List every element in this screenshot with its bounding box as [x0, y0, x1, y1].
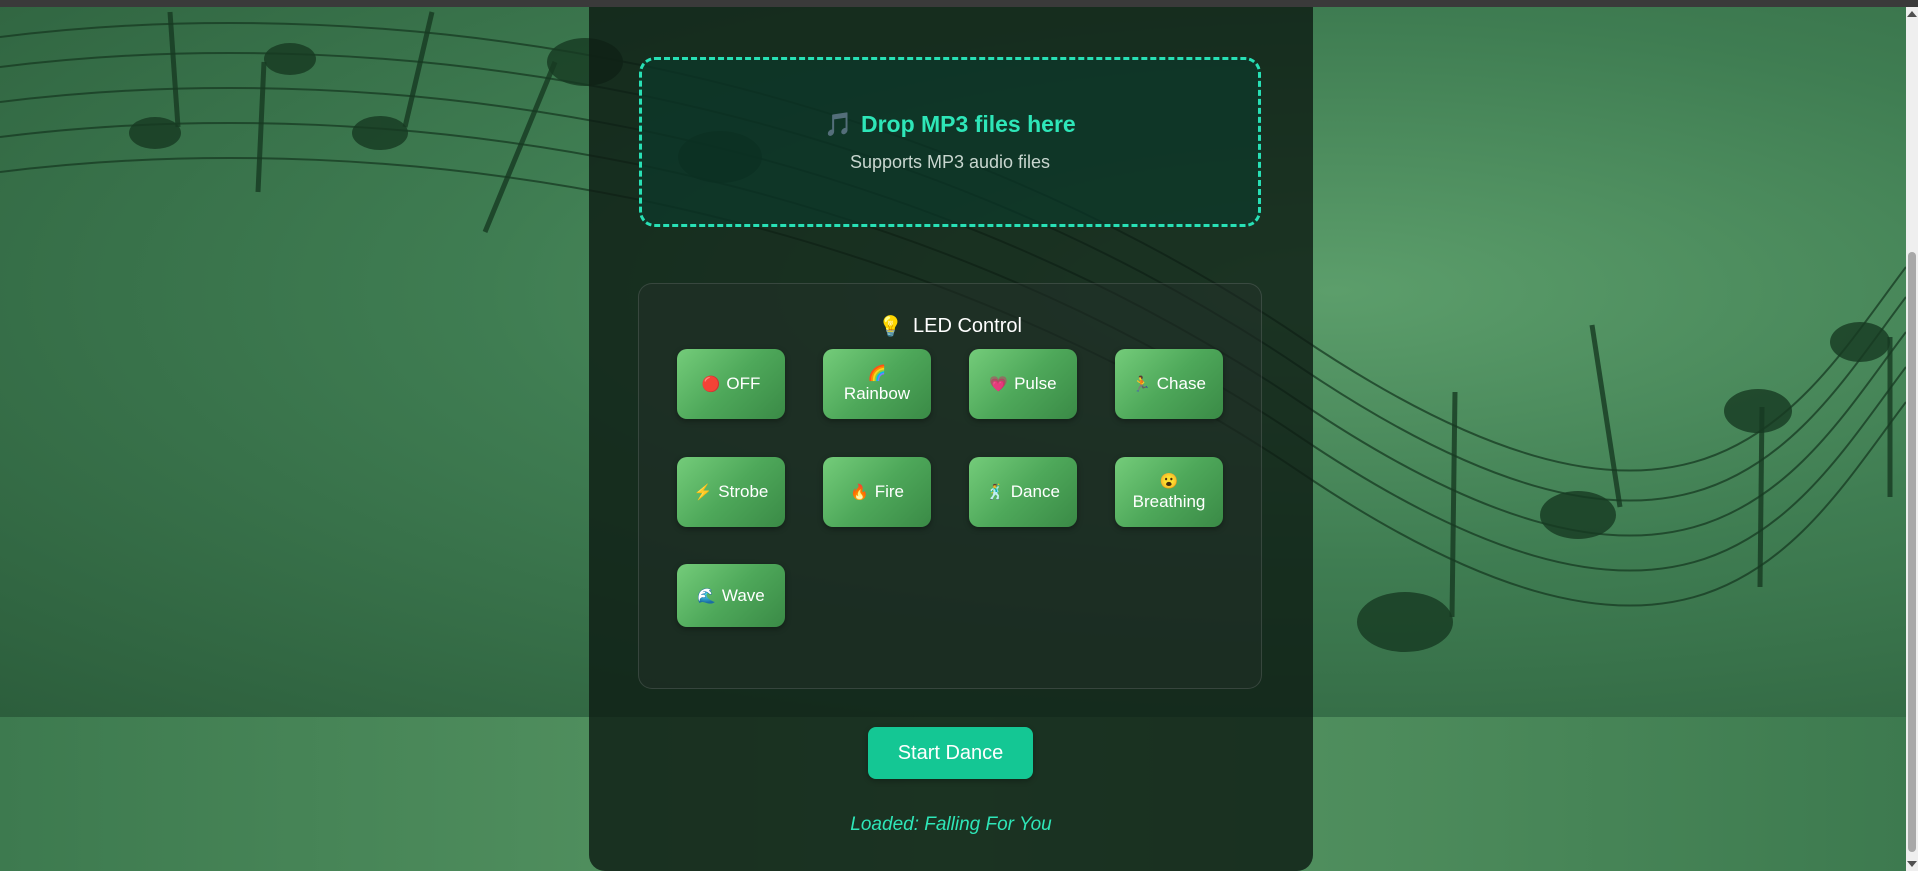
- led-control-title: LED Control: [912, 315, 1022, 337]
- dropzone-subtitle: Supports MP3 audio files: [849, 152, 1051, 172]
- heart-icon: 💗: [989, 376, 1009, 393]
- scroll-down-arrow-icon[interactable]: [1906, 859, 1918, 869]
- led-button-label: Rainbow: [843, 384, 911, 403]
- wave-icon: 🌊: [697, 587, 716, 605]
- start-dance-button[interactable]: Start Dance: [868, 727, 1033, 779]
- led-button-label: Wave: [721, 585, 765, 605]
- led-control-heading: 💡 LED Control: [639, 314, 1261, 339]
- led-button-label: Pulse: [1014, 374, 1057, 393]
- led-button-label: OFF: [726, 374, 761, 393]
- led-button-label: Fire: [874, 482, 904, 501]
- led-button-fire[interactable]: 🔥 Fire: [823, 457, 931, 527]
- dancer-icon: 🕺: [986, 484, 1005, 501]
- mp3-dropzone[interactable]: 🎵 Drop MP3 files here Supports MP3 audio…: [639, 57, 1261, 227]
- dropzone-title-row: 🎵 Drop MP3 files here: [824, 111, 1075, 138]
- status-text: Loaded: Falling For You: [850, 814, 1052, 835]
- led-button-wave[interactable]: 🌊 Wave: [677, 564, 785, 627]
- dropzone-title: Drop MP3 files here: [860, 111, 1076, 137]
- led-button-rainbow[interactable]: 🌈 Rainbow: [823, 349, 931, 419]
- led-button-pulse[interactable]: 💗 Pulse: [969, 349, 1077, 419]
- browser-top-bar: [0, 0, 1918, 7]
- led-button-dance[interactable]: 🕺 Dance: [969, 457, 1077, 527]
- running-icon: 🏃: [1132, 376, 1151, 393]
- red-circle-icon: 🔴: [701, 376, 721, 393]
- fire-icon: 🔥: [850, 484, 869, 501]
- led-button-label: Breathing: [1132, 492, 1206, 511]
- face-exhaling-icon: 😮: [1159, 473, 1179, 490]
- scrollbar-thumb[interactable]: [1908, 252, 1916, 852]
- led-button-label: Strobe: [718, 482, 769, 501]
- rainbow-icon: 🌈: [867, 365, 887, 382]
- led-button-label: Chase: [1156, 374, 1206, 393]
- led-button-breathing[interactable]: 😮 Breathing: [1115, 457, 1223, 527]
- lightning-icon: ⚡: [693, 484, 713, 501]
- led-button-chase[interactable]: 🏃 Chase: [1115, 349, 1223, 419]
- led-button-strobe[interactable]: ⚡ Strobe: [677, 457, 785, 527]
- lightbulb-icon: 💡: [878, 316, 903, 338]
- led-button-off[interactable]: 🔴 OFF: [677, 349, 785, 419]
- vertical-scrollbar[interactable]: [1906, 7, 1918, 871]
- led-control-panel: 💡 LED Control 🔴 OFF 🌈 Rainbow 💗 Pulse 🏃 …: [638, 283, 1262, 689]
- music-note-icon: 🎵: [824, 111, 853, 137]
- scroll-up-arrow-icon[interactable]: [1906, 9, 1918, 19]
- led-button-label: Dance: [1010, 482, 1060, 501]
